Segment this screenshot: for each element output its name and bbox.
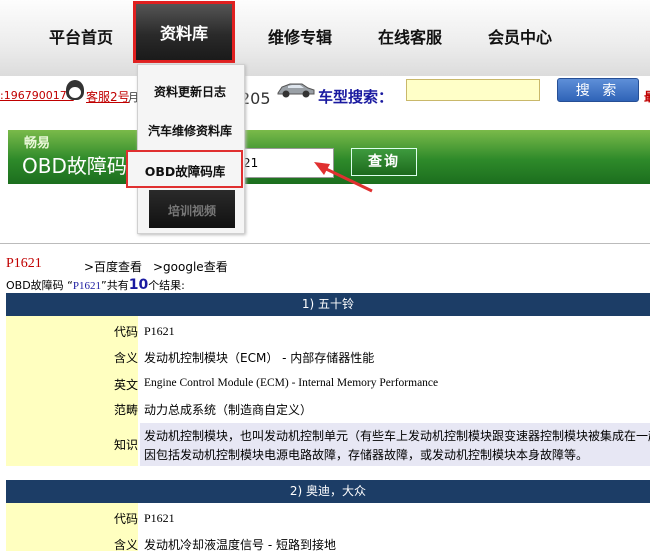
- row-label-meaning: 含义: [113, 351, 138, 365]
- row-value-code: P1621: [144, 511, 175, 525]
- google-link[interactable]: >google查看: [153, 258, 228, 275]
- row-label-code: 代码: [113, 512, 138, 526]
- dropdown-item-repair-library[interactable]: 汽车维修资料库: [137, 122, 243, 139]
- dropdown-item-obd-library[interactable]: OBD故障码库: [132, 161, 238, 180]
- divider: [0, 243, 650, 244]
- row-label-knowledge: 知识: [113, 438, 138, 452]
- nav-home[interactable]: 平台首页: [36, 0, 126, 76]
- qq-service-link[interactable]: 客服2号: [86, 88, 130, 105]
- row-value-english: Engine Control Module (ECM) - Internal M…: [144, 377, 439, 389]
- row-value-meaning: 发动机冷却液温度信号 - 短路到接地: [144, 538, 336, 552]
- row-value-code: P1621: [144, 324, 175, 338]
- nav-repair-album[interactable]: 维修专辑: [250, 0, 350, 76]
- search-button[interactable]: 搜 索: [557, 78, 639, 102]
- qq-number[interactable]: :1967900174: [0, 89, 74, 102]
- qq-penguin-icon: [66, 80, 84, 100]
- result-summary: OBD故障码 “P1621”共有10个结果:: [6, 277, 185, 293]
- row-label-scope: 范畴: [113, 403, 138, 417]
- nav-online-service[interactable]: 在线客服: [360, 0, 460, 76]
- row-label-code: 代码: [113, 325, 138, 339]
- truncated-link[interactable]: 最: [644, 88, 650, 105]
- baidu-link[interactable]: >百度查看: [84, 258, 142, 275]
- red-arrow-annotation: [314, 162, 373, 193]
- car-icon: [277, 83, 315, 98]
- section-header: 2) 奥迪，大众: [6, 480, 650, 503]
- banner-title: OBD故障码: [22, 154, 127, 178]
- row-value-knowledge-1: 发动机控制模块，也叫发动机控制单元（有些车上发动机控制模块跟变速器控制模块被集成…: [144, 429, 650, 443]
- nav-library-active[interactable]: 资料库: [133, 1, 235, 63]
- row-value-knowledge-2: 因包括发动机控制模块电源电路故障，存储器故障，或发动机控制模块本身故障等。: [144, 448, 589, 462]
- row-value-meaning: 发动机控制模块（ECM） - 内部存储器性能: [144, 351, 375, 365]
- row-label-english: 英文: [113, 378, 138, 392]
- car-search-input[interactable]: [406, 79, 540, 101]
- fault-code-heading: P1621: [6, 256, 42, 271]
- row-label-meaning: 含义: [113, 538, 138, 552]
- banner-brand: 畅易: [24, 136, 51, 151]
- nav-member-center[interactable]: 会员中心: [470, 0, 570, 76]
- dropdown-item-update-log[interactable]: 资料更新日志: [137, 83, 243, 100]
- car-search-label: 车型搜索：: [318, 88, 394, 106]
- row-value-scope: 动力总成系统（制造商自定义）: [144, 403, 313, 417]
- dropdown-item-training-video[interactable]: 培训视频: [149, 190, 235, 228]
- section-header: 1) 五十铃: [6, 293, 650, 316]
